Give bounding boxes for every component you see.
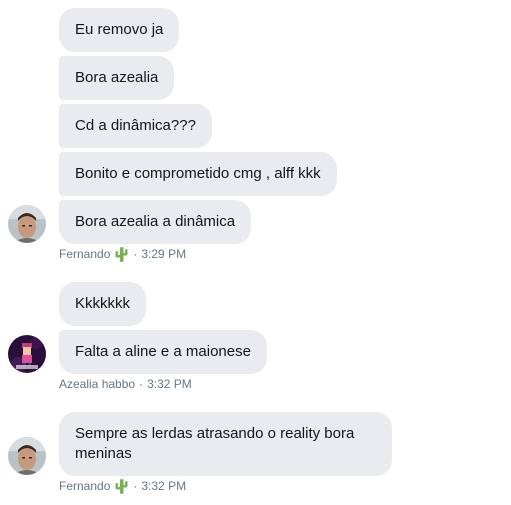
avatar-habbo-character xyxy=(8,335,46,373)
message-bubble[interactable]: Bora azealia a dinâmica xyxy=(59,200,252,244)
message-meta: Azealia habbo · 3:32 PM xyxy=(59,376,192,392)
cactus-icon xyxy=(115,479,128,494)
message-bubble[interactable]: Eu removo ja xyxy=(59,8,180,52)
meta-separator: · xyxy=(139,377,144,391)
message-timestamp: 3:32 PM xyxy=(141,479,187,493)
message-timestamp: 3:32 PM xyxy=(147,377,192,391)
message-text: Eu removo ja xyxy=(75,21,164,38)
message-text: Bora azealia a dinâmica xyxy=(75,213,236,230)
avatar-fernando[interactable] xyxy=(8,437,46,475)
message-meta: Fernando · 3:32 PM xyxy=(59,478,186,494)
message-bubble[interactable]: Falta a aline e a maionese xyxy=(59,330,267,374)
message-text: Kkkkkkk xyxy=(75,295,131,312)
message-text: Sempre as lerdas atrasando o reality bor… xyxy=(75,425,355,462)
cactus-icon xyxy=(115,247,128,262)
message-text: Falta a aline e a maionese xyxy=(75,343,251,360)
dm-conversation: Eu removo ja Bora azealia Cd a dinâmica?… xyxy=(0,0,511,505)
sender-name[interactable]: Fernando xyxy=(59,246,110,262)
message-text: Bonito e comprometido cmg , alff kkk xyxy=(75,165,321,182)
avatar-photo xyxy=(8,437,46,475)
message-meta: Fernando · 3:29 PM xyxy=(59,246,186,262)
avatar-fernando[interactable] xyxy=(8,205,46,243)
message-text: Cd a dinâmica??? xyxy=(75,117,196,134)
sender-name[interactable]: Azealia habbo xyxy=(59,376,135,392)
avatar-azealia-habbo[interactable] xyxy=(8,335,46,373)
meta-separator: · xyxy=(133,247,138,261)
message-bubble[interactable]: Cd a dinâmica??? xyxy=(59,104,212,148)
message-bubble[interactable]: Sempre as lerdas atrasando o reality bor… xyxy=(59,412,392,476)
meta-separator: · xyxy=(133,479,138,493)
message-timestamp: 3:29 PM xyxy=(141,247,187,261)
message-bubble[interactable]: Bora azealia xyxy=(59,56,175,100)
sender-name[interactable]: Fernando xyxy=(59,478,110,494)
message-bubble[interactable]: Kkkkkkk xyxy=(59,282,147,326)
message-text: Bora azealia xyxy=(75,69,159,86)
message-bubble[interactable]: Bonito e comprometido cmg , alff kkk xyxy=(59,152,337,196)
avatar-photo xyxy=(8,205,46,243)
